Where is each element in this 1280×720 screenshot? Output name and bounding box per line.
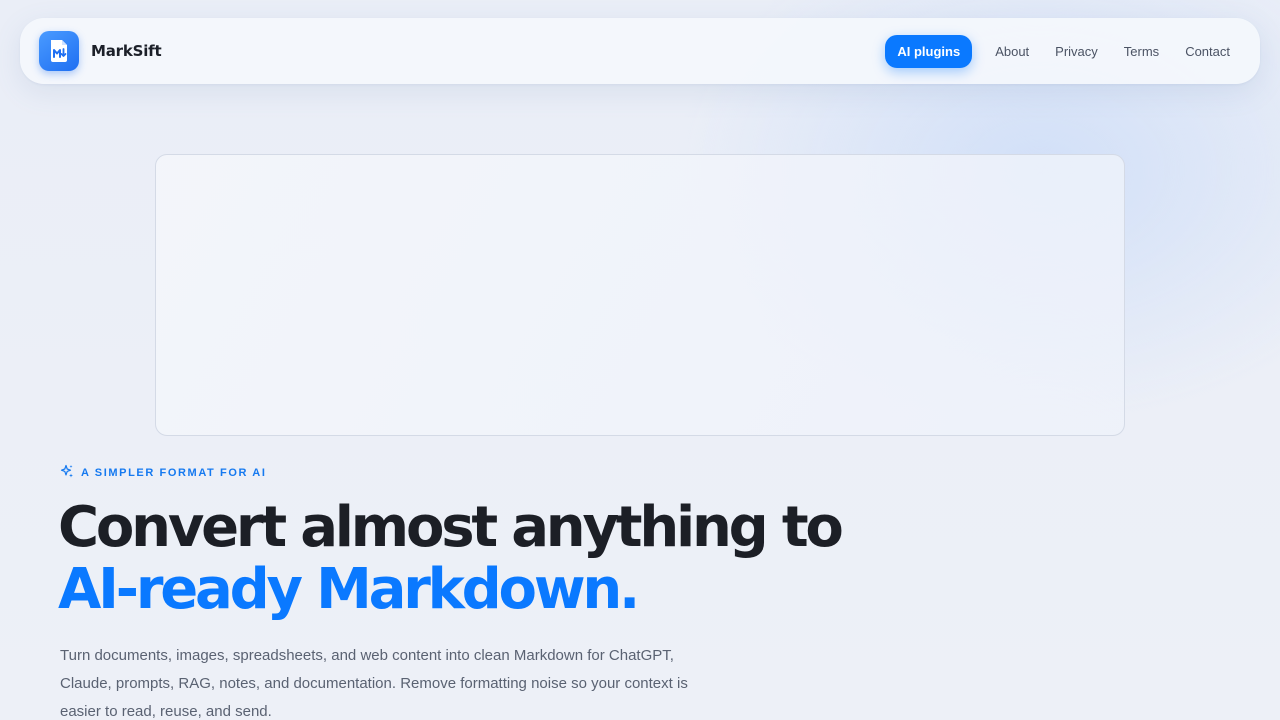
hero-media-placeholder xyxy=(155,154,1125,436)
top-navbar: MarkSift AI plugins About Privacy Terms … xyxy=(20,18,1260,84)
nav-terms[interactable]: Terms xyxy=(1113,35,1170,68)
headline-line-2: AI-ready Markdown. xyxy=(58,557,640,622)
hero-eyebrow: A SIMPLER FORMAT FOR AI xyxy=(60,464,267,481)
nav-about[interactable]: About xyxy=(984,35,1040,68)
nav-contact[interactable]: Contact xyxy=(1174,35,1241,68)
brand-link[interactable]: MarkSift xyxy=(39,31,162,71)
nav-ai-plugins[interactable]: AI plugins xyxy=(885,34,973,68)
nav-privacy[interactable]: Privacy xyxy=(1044,35,1109,68)
hero-description: Turn documents, images, spreadsheets, an… xyxy=(60,647,688,720)
sparkle-icon xyxy=(60,464,74,481)
main-nav: AI plugins About Privacy Terms Contact xyxy=(885,34,1241,68)
headline-line-1: Convert almost anything to xyxy=(58,495,844,560)
markdown-file-icon xyxy=(39,31,79,71)
brand-name: MarkSift xyxy=(91,42,162,60)
hero-headline: Convert almost anything to AI-ready Mark… xyxy=(58,495,844,622)
eyebrow-text: A SIMPLER FORMAT FOR AI xyxy=(81,466,267,479)
